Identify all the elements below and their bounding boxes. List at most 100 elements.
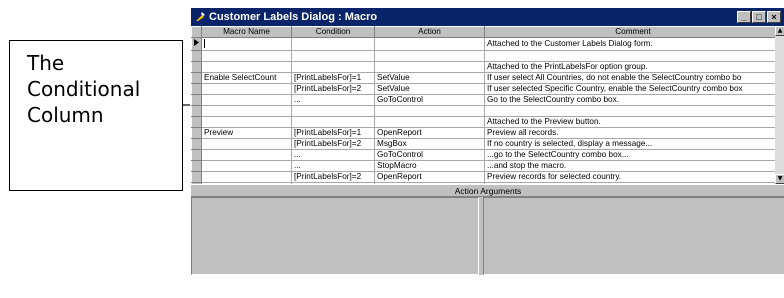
table-row[interactable]: [PrintLabelsFor]=2 OpenReport Preview reco… [191, 171, 782, 183]
row-selector[interactable] [191, 160, 202, 172]
cell-condition[interactable]: ... [291, 94, 375, 106]
scroll-up-button[interactable]: ▲ [775, 26, 784, 36]
table-row[interactable]: ... GoToControl Go to the SelectCountry co… [191, 94, 782, 106]
callout-line-1: The [27, 51, 65, 75]
cell-comment[interactable] [484, 50, 782, 62]
column-header-condition[interactable]: Condition [291, 26, 375, 38]
row-selector[interactable] [191, 83, 202, 95]
cell-macro-name[interactable] [201, 171, 292, 183]
column-header-action[interactable]: Action [374, 26, 485, 38]
cell-macro-name[interactable]: Preview [201, 127, 292, 139]
cell-action[interactable] [374, 116, 485, 128]
cell-action[interactable]: SetValue [374, 83, 485, 95]
scroll-down-icon: ▼ [777, 175, 783, 182]
table-row[interactable]: ... GoToControl ...go to the SelectCountry… [191, 149, 782, 161]
cell-comment[interactable]: ...go to the SelectCountry combo box... [484, 149, 782, 161]
table-row[interactable]: Attached to the Preview button. [191, 116, 782, 128]
cell-action[interactable]: SetValue [374, 72, 485, 84]
cell-condition[interactable] [291, 37, 375, 51]
cell-macro-name[interactable] [201, 160, 292, 172]
cell-action[interactable] [374, 105, 485, 117]
macro-window: Customer Labels Dialog : Macro _ □ × Mac… [190, 8, 784, 275]
scroll-down-button[interactable]: ▼ [775, 174, 784, 184]
close-icon: × [771, 12, 777, 22]
cell-condition[interactable] [291, 50, 375, 62]
cell-condition[interactable] [291, 61, 375, 73]
row-selector[interactable] [191, 105, 202, 117]
table-row[interactable]: [PrintLabelsFor]=2 SetValue If user select… [191, 83, 782, 95]
row-selector[interactable] [191, 149, 202, 161]
row-selector[interactable] [191, 127, 202, 139]
table-row[interactable]: Attached to the PrintLabelsFor option gr… [191, 61, 782, 73]
cell-condition[interactable]: [PrintLabelsFor]=1 [291, 127, 375, 139]
table-row[interactable] [191, 50, 782, 62]
column-header-macro-name[interactable]: Macro Name [201, 26, 292, 38]
row-selector[interactable] [191, 171, 202, 183]
cell-action[interactable] [374, 37, 485, 51]
cell-macro-name[interactable] [201, 116, 292, 128]
table-row[interactable]: Enable SelectCount [PrintLabelsFor]=1 SetV… [191, 72, 782, 84]
table-row[interactable]: ... StopMacro ...and stop the macro. [191, 160, 782, 172]
vertical-scrollbar[interactable]: ▲ ▼ [775, 26, 784, 186]
help-pane [483, 197, 784, 275]
row-selector[interactable] [191, 116, 202, 128]
cell-comment[interactable]: Attached to the Preview button. [484, 116, 782, 128]
row-selector[interactable] [191, 138, 202, 150]
macro-grid: Macro Name Condition Action Comment Atta… [191, 26, 782, 194]
text-cursor [204, 39, 205, 49]
table-row[interactable]: Attached to the Customer Labels Dialog f… [191, 37, 782, 51]
cell-comment[interactable] [484, 105, 782, 117]
cell-condition[interactable]: [PrintLabelsFor]=2 [291, 171, 375, 183]
cell-action[interactable] [374, 50, 485, 62]
cell-macro-name[interactable]: Enable SelectCount [201, 72, 292, 84]
cell-condition[interactable] [291, 105, 375, 117]
close-button[interactable]: × [767, 11, 781, 23]
maximize-button[interactable]: □ [752, 11, 766, 23]
cell-comment[interactable]: Preview all records. [484, 127, 782, 139]
action-arguments-pane[interactable] [191, 197, 479, 275]
cell-condition[interactable]: ... [291, 149, 375, 161]
cell-action[interactable]: OpenReport [374, 171, 485, 183]
cell-condition[interactable] [291, 116, 375, 128]
minimize-button[interactable]: _ [737, 11, 751, 23]
cell-condition[interactable]: [PrintLabelsFor]=1 [291, 72, 375, 84]
cell-comment[interactable]: ...and stop the macro. [484, 160, 782, 172]
cell-action[interactable]: OpenReport [374, 127, 485, 139]
cell-comment[interactable]: If user selected Specific Country, enabl… [484, 83, 782, 95]
cell-macro-name[interactable] [201, 149, 292, 161]
row-selector[interactable] [191, 94, 202, 106]
cell-comment[interactable]: If no country is selected, display a mes… [484, 138, 782, 150]
cell-macro-name[interactable] [201, 105, 292, 117]
cell-comment[interactable]: If user select All Countries, do not ena… [484, 72, 782, 84]
cell-comment[interactable]: Attached to the PrintLabelsFor option gr… [484, 61, 782, 73]
cell-action[interactable]: StopMacro [374, 160, 485, 172]
cell-macro-name[interactable] [201, 83, 292, 95]
cell-action[interactable]: MsgBox [374, 138, 485, 150]
row-selector[interactable] [191, 61, 202, 73]
cell-action[interactable]: GoToControl [374, 149, 485, 161]
cell-comment[interactable]: Preview records for selected country. [484, 171, 782, 183]
table-row[interactable] [191, 105, 782, 117]
cell-condition[interactable]: [PrintLabelsFor]=2 [291, 138, 375, 150]
row-selector[interactable] [191, 72, 202, 84]
title-bar[interactable]: Customer Labels Dialog : Macro _ □ × [191, 8, 784, 26]
column-header-comment[interactable]: Comment [484, 26, 782, 38]
cell-condition[interactable]: [PrintLabelsFor]=2 [291, 83, 375, 95]
table-row[interactable]: [PrintLabelsFor]=2 MsgBox If no country is… [191, 138, 782, 150]
action-arguments-header: Action Arguments [191, 184, 784, 197]
cell-macro-name[interactable] [201, 50, 292, 62]
cell-action[interactable]: GoToControl [374, 94, 485, 106]
cell-macro-name[interactable] [201, 37, 292, 51]
corner-cell[interactable] [191, 26, 202, 38]
cell-macro-name[interactable] [201, 94, 292, 106]
callout-label: The Conditional Column [27, 50, 177, 128]
cell-macro-name[interactable] [201, 138, 292, 150]
cell-macro-name[interactable] [201, 61, 292, 73]
row-selector[interactable] [191, 50, 202, 62]
row-selector[interactable] [191, 37, 202, 51]
cell-comment[interactable]: Go to the SelectCountry combo box. [484, 94, 782, 106]
cell-comment[interactable]: Attached to the Customer Labels Dialog f… [484, 37, 782, 51]
cell-condition[interactable]: ... [291, 160, 375, 172]
cell-action[interactable] [374, 61, 485, 73]
table-row[interactable]: Preview [PrintLabelsFor]=1 OpenReport Previ… [191, 127, 782, 139]
